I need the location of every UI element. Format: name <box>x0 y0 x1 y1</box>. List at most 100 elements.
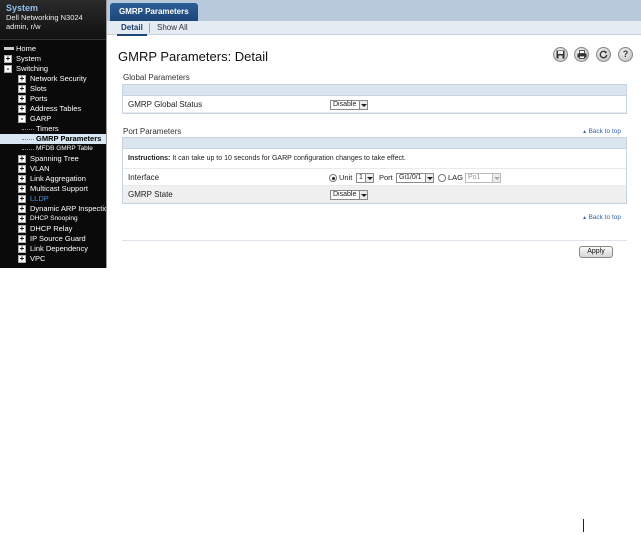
tree-item-label: Address Tables <box>30 104 82 113</box>
expand-icon[interactable]: + <box>18 205 26 213</box>
port-parameters-panel: Instructions: It can take up to 10 secon… <box>122 137 627 204</box>
tree-item-label: VLAN <box>30 164 50 173</box>
tree-vlan[interactable]: + VLAN <box>0 164 106 174</box>
expand-icon[interactable]: + <box>18 155 26 163</box>
lag-select[interactable]: Po1 <box>465 173 501 183</box>
unit-port-radio[interactable] <box>329 174 337 182</box>
global-status-row: GMRP Global Status Disable <box>123 96 626 113</box>
expand-icon[interactable]: + <box>18 255 26 263</box>
collapse-icon[interactable]: - <box>18 115 26 123</box>
tree-address-tables[interactable]: + Address Tables <box>0 104 106 114</box>
expand-icon[interactable]: + <box>18 175 26 183</box>
tree-garp[interactable]: - GARP <box>0 114 106 124</box>
tree-item-label: MFDB GMRP Table <box>36 145 93 152</box>
tree-network-security[interactable]: + Network Security <box>0 74 106 84</box>
tree-multicast-support[interactable]: + Multicast Support <box>0 184 106 194</box>
gmrp-state-select[interactable]: Disable <box>330 190 368 200</box>
port-parameters-heading: Port Parameters <box>123 127 182 136</box>
tree-item-label: Network Security <box>30 74 87 83</box>
page-title: GMRP Parameters: Detail <box>118 49 269 64</box>
tree-item-label: LLDP <box>30 194 49 203</box>
expand-icon[interactable]: + <box>18 195 26 203</box>
lag-radio[interactable] <box>438 174 446 182</box>
panel-header-bar <box>123 138 626 149</box>
page-margin-mark <box>583 519 584 532</box>
expand-icon[interactable]: + <box>18 75 26 83</box>
expand-icon[interactable]: + <box>18 95 26 103</box>
expand-icon[interactable]: + <box>18 185 26 193</box>
tab-strip: GMRP Parameters <box>107 0 641 21</box>
print-icon[interactable] <box>574 47 589 62</box>
expand-icon[interactable]: + <box>18 165 26 173</box>
refresh-icon[interactable] <box>596 47 611 62</box>
device-name: Dell Networking N3024 <box>6 13 83 22</box>
home-icon <box>4 47 14 50</box>
port-select[interactable]: Gi1/0/1 <box>396 173 434 183</box>
tree-item-label: Home <box>16 44 37 53</box>
expand-icon[interactable]: + <box>18 235 26 243</box>
tree-lldp[interactable]: + LLDP <box>0 194 106 204</box>
instructions-label: Instructions: <box>128 155 171 162</box>
tree-slots[interactable]: + Slots <box>0 84 106 94</box>
tree-system[interactable]: + System <box>0 54 106 64</box>
subtab-show-all[interactable]: Show All <box>157 21 188 34</box>
tree-timers[interactable]: Timers <box>0 124 106 134</box>
global-status-select[interactable]: Disable <box>330 100 368 110</box>
global-parameters-panel: GMRP Global Status Disable <box>122 84 627 114</box>
tree-ip-source-guard[interactable]: + IP Source Guard <box>0 234 106 244</box>
help-icon[interactable]: ? <box>618 47 633 62</box>
tree-link-aggregation[interactable]: + Link Aggregation <box>0 174 106 184</box>
tree-spanning-tree[interactable]: + Spanning Tree <box>0 154 106 164</box>
divider <box>122 240 627 241</box>
panel-header-bar <box>123 85 626 96</box>
main-content: GMRP Parameters Detail Show All GMRP Par… <box>106 0 641 268</box>
expand-icon[interactable]: + <box>18 215 26 223</box>
back-to-top-link-bottom[interactable]: Back to top <box>582 214 621 221</box>
tree-item-label: Timers <box>36 124 59 133</box>
interface-row: Interface Unit 1 Port Gi1/0/1 LAG Po1 <box>123 169 626 186</box>
save-icon[interactable] <box>553 47 568 62</box>
lag-value: Po1 <box>468 174 481 181</box>
tree-mfdb-gmrp-table[interactable]: MFDB GMRP Table <box>0 144 106 154</box>
tree-home[interactable]: Home <box>0 44 106 54</box>
global-status-value: Disable <box>333 101 357 108</box>
chevron-down-icon <box>359 191 367 199</box>
tree-item-label: GARP <box>30 114 52 123</box>
collapse-icon[interactable]: - <box>4 65 12 73</box>
navigation-sidebar: System Dell Networking N3024 admin, r/w … <box>0 0 106 268</box>
apply-button[interactable]: Apply <box>579 246 613 258</box>
expand-icon[interactable]: + <box>18 245 26 253</box>
back-to-top-link[interactable]: Back to top <box>582 128 621 135</box>
tree-dhcp-snooping[interactable]: + DHCP Snooping <box>0 214 106 224</box>
expand-icon[interactable]: + <box>18 105 26 113</box>
port-value: Gi1/0/1 <box>399 174 422 181</box>
tree-connector <box>22 149 34 150</box>
chevron-down-icon <box>492 174 500 182</box>
tree-item-label: GMRP Parameters <box>36 134 102 143</box>
tree-dynamic-arp-inspection[interactable]: + Dynamic ARP Inspection <box>0 204 106 214</box>
tree-link-dependency[interactable]: + Link Dependency <box>0 244 106 254</box>
navigation-tree: Home + System - Switching + Network Security + S… <box>0 40 106 264</box>
expand-icon[interactable]: + <box>4 55 12 63</box>
tree-connector <box>22 129 34 130</box>
unit-value: 1 <box>359 174 363 181</box>
global-parameters-heading: Global Parameters <box>123 73 190 82</box>
unit-label: Unit <box>339 173 353 182</box>
gmrp-state-row: GMRP State Disable <box>123 186 626 203</box>
tab-gmrp-parameters[interactable]: GMRP Parameters <box>110 3 198 21</box>
tree-dhcp-relay[interactable]: + DHCP Relay <box>0 224 106 234</box>
tree-item-label: Link Aggregation <box>30 174 86 183</box>
expand-icon[interactable]: + <box>18 85 26 93</box>
tree-gmrp-parameters[interactable]: GMRP Parameters <box>0 134 106 144</box>
tree-switching[interactable]: - Switching <box>0 64 106 74</box>
unit-select[interactable]: 1 <box>356 173 374 183</box>
tree-item-label: VPC <box>30 254 46 263</box>
subtab-detail[interactable]: Detail <box>117 21 147 36</box>
tree-item-label: System <box>16 54 42 63</box>
expand-icon[interactable]: + <box>18 225 26 233</box>
tree-vpc[interactable]: + VPC <box>0 254 106 264</box>
tree-item-label: IP Source Guard <box>30 234 86 243</box>
tree-item-label: Link Dependency <box>30 244 88 253</box>
tree-ports[interactable]: + Ports <box>0 94 106 104</box>
tree-item-label: Ports <box>30 94 48 103</box>
